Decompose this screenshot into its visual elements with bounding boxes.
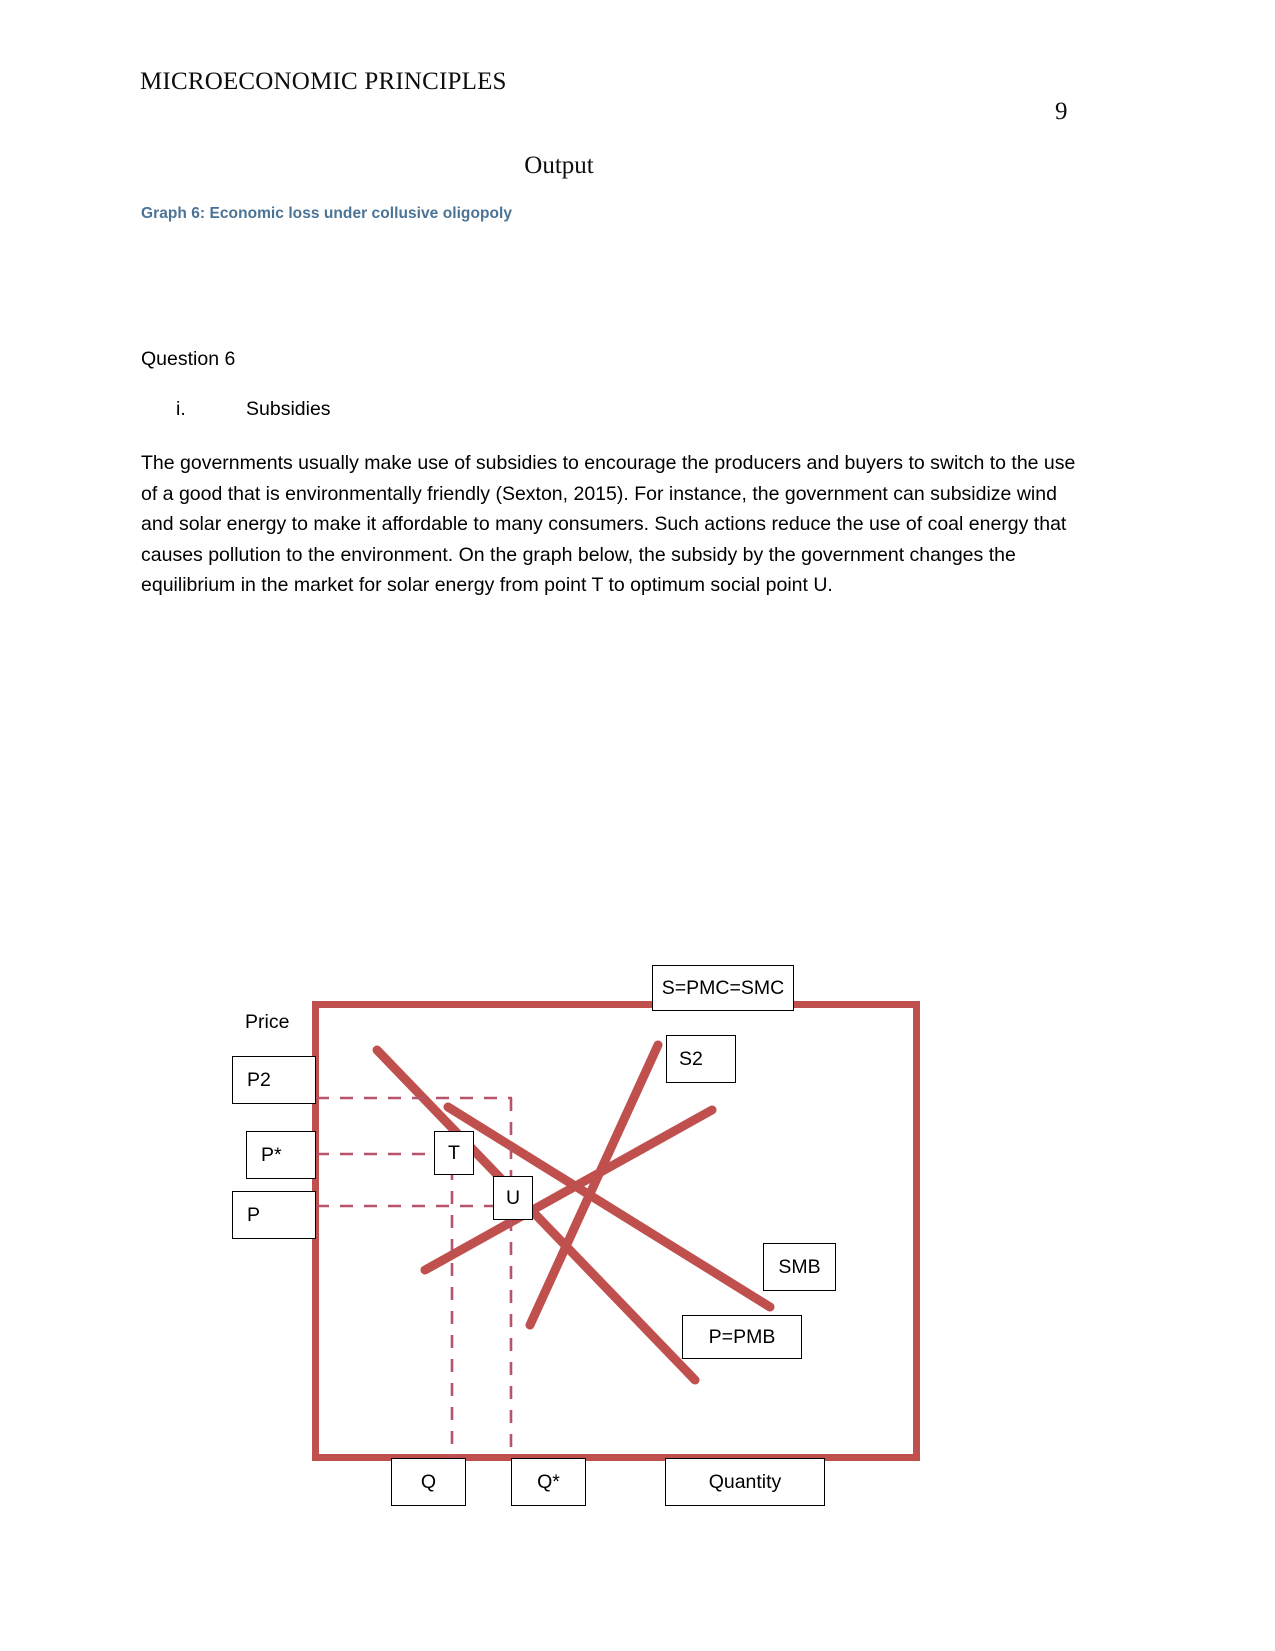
quantity-level-box-q: Q <box>391 1458 466 1506</box>
axis-label-box-quantity: Quantity <box>665 1458 825 1506</box>
label-p-star: P* <box>261 1143 282 1166</box>
output-caption: Output <box>524 152 594 179</box>
point-box-t: T <box>434 1131 474 1175</box>
label-point-t: T <box>448 1141 460 1164</box>
graph-caption: Graph 6: Economic loss under collusive o… <box>141 205 513 222</box>
price-level-box-p: P <box>232 1191 316 1239</box>
question-heading: Question 6 <box>141 348 236 370</box>
curve-p-pmb <box>372 1045 700 1385</box>
label-q: Q <box>420 1470 437 1493</box>
label-point-u: U <box>505 1186 521 1209</box>
running-head: MICROECONOMIC PRINCIPLES <box>140 68 507 95</box>
label-box-s-pmc-smc: S=PMC=SMC <box>652 965 794 1011</box>
quantity-level-box-q-star: Q* <box>511 1458 586 1506</box>
axis-label-price: Price <box>245 1011 289 1034</box>
point-box-u: U <box>493 1176 533 1220</box>
label-box-p-pmb: P=PMB <box>682 1315 802 1359</box>
list-item-label: Subsidies <box>246 398 331 420</box>
price-level-box-p2: P2 <box>232 1056 316 1104</box>
label-smb: SMB <box>778 1255 821 1278</box>
label-p-pmb: P=PMB <box>708 1325 776 1348</box>
body-paragraph: The governments usually make use of subs… <box>141 452 1076 597</box>
label-s-pmc-smc: S=PMC=SMC <box>661 976 785 999</box>
chart-curves-layer <box>316 1040 775 1457</box>
label-box-s2: S2 <box>666 1035 736 1083</box>
price-level-box-p-star: P* <box>246 1131 316 1179</box>
list-item: i. Subsidies <box>141 398 641 421</box>
subsidy-supply-demand-diagram: S=PMC=SMC S2 SMB P=PMB T U Price P2 P* P… <box>232 945 940 1506</box>
curve-s-pmc-smc <box>525 1040 663 1330</box>
list-item-marker: i. <box>176 398 186 420</box>
label-box-smb: SMB <box>763 1243 836 1291</box>
page-number: 9 <box>1055 98 1068 125</box>
label-s2: S2 <box>679 1047 703 1070</box>
label-price: Price <box>245 1011 290 1033</box>
label-p: P <box>247 1203 261 1226</box>
label-quantity: Quantity <box>708 1470 782 1493</box>
label-q-star: Q* <box>537 1470 560 1493</box>
label-p2: P2 <box>247 1068 271 1091</box>
